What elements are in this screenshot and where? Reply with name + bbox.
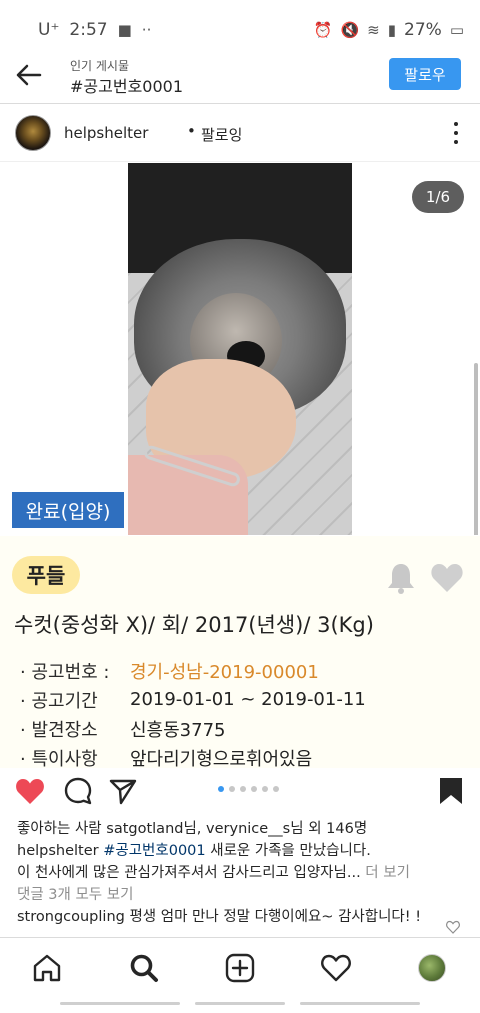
info-value: 경기-성남-2019-00001 <box>130 661 319 683</box>
gesture-bar-right <box>300 1002 420 1005</box>
dog-photo[interactable] <box>128 163 352 535</box>
info-label: · 특이사항 <box>20 748 98 770</box>
signal-icon: ▮ <box>387 21 397 39</box>
caption-hashtag[interactable]: #공고번호0001 <box>103 843 205 859</box>
more-link[interactable]: 더 보기 <box>361 865 410 881</box>
post-caption: 좋아하는 사람 satgotland님, verynice__s님 외 146명… <box>17 818 467 928</box>
scroll-indicator <box>474 363 478 535</box>
heart-outline-icon <box>431 564 463 592</box>
more-notifications-icon: ·· <box>141 21 152 39</box>
top-bar: 인기 게시물 #공고번호0001 팔로우 <box>0 46 480 104</box>
info-label: · 발견장소 <box>20 719 98 741</box>
caption-line-2: 이 천사에게 많은 관심가져주셔서 감사드리고 입양자님... 더 보기 <box>17 862 467 884</box>
bookmark-filled-icon[interactable] <box>436 776 466 806</box>
carousel-dot <box>251 786 257 792</box>
carrier-label: U⁺ <box>38 20 60 40</box>
activity-heart-icon[interactable] <box>320 952 352 984</box>
follow-button[interactable]: 팔로우 <box>389 58 461 90</box>
likes-middle: 님, <box>183 821 207 837</box>
info-row-found-place: · 발견장소 신흥동3775 <box>20 714 460 743</box>
heart-filled-icon[interactable] <box>15 776 45 806</box>
info-value: 앞다리기형으로휘어있음 <box>130 748 313 770</box>
liker-username-2[interactable]: verynice__s <box>206 821 290 837</box>
clock: 2:57 <box>69 20 108 40</box>
home-icon[interactable] <box>31 952 63 984</box>
info-label: · 공고번호 : <box>20 661 110 683</box>
action-bar <box>0 768 480 812</box>
gesture-bar-left <box>60 1002 180 1005</box>
page-title: #공고번호0001 <box>70 77 184 96</box>
info-row-notice-period: · 공고기간 2019-01-01 ~ 2019-01-11 <box>20 685 460 714</box>
more-options-icon[interactable] <box>454 122 460 144</box>
bottom-navigation <box>0 937 480 997</box>
info-card: 푸들 수컷(중성화 X)/ 회/ 2017(년생)/ 3(Kg) · 공고번호 … <box>0 536 480 770</box>
carousel-dot <box>240 786 246 792</box>
info-list: · 공고번호 : 경기-성남-2019-00001 · 공고기간 2019-01… <box>20 656 460 772</box>
status-left: U⁺ 2:57 ■ ·· <box>38 20 151 40</box>
info-row-notice-number: · 공고번호 : 경기-성남-2019-00001 <box>20 656 460 685</box>
comment-text: 평생 엄마 만나 정말 다행이에요~ 감사합니다! ! <box>124 909 422 925</box>
comment-icon[interactable] <box>63 776 93 806</box>
message-icon: ■ <box>117 21 132 39</box>
comment-username[interactable]: strongcoupling <box>17 909 125 925</box>
alarm-icon: ⏰ <box>313 21 333 39</box>
avatar[interactable] <box>15 115 51 151</box>
page-subtitle: 인기 게시물 <box>70 59 130 73</box>
caption-text-2: 이 천사에게 많은 관심가져주셔서 감사드리고 입양자님... <box>17 865 361 881</box>
gesture-bar-center <box>195 1002 285 1005</box>
mute-icon: 🔇 <box>340 21 360 39</box>
profile-avatar[interactable] <box>418 954 446 982</box>
info-label: · 공고기간 <box>20 690 98 712</box>
post-photo[interactable]: 1/6 <box>0 163 480 535</box>
back-arrow-icon[interactable] <box>12 58 46 92</box>
liker-username[interactable]: satgotland <box>106 821 183 837</box>
caption-line: helpshelter #공고번호0001 새로운 가족을 만났습니다. <box>17 840 467 862</box>
info-value: 2019-01-01 ~ 2019-01-11 <box>130 689 366 710</box>
pet-name: 푸들 <box>12 556 80 594</box>
battery-level: 27% <box>404 20 442 40</box>
likes-suffix[interactable]: 님 외 146명 <box>290 821 367 837</box>
bell-icon <box>388 564 414 594</box>
caption-text: 새로운 가족을 만났습니다. <box>205 843 371 859</box>
caption-username[interactable]: helpshelter <box>17 843 99 859</box>
info-value: 신흥동3775 <box>130 719 226 741</box>
carousel-dot <box>218 786 224 792</box>
send-icon[interactable] <box>108 776 138 806</box>
pet-description: 수컷(중성화 X)/ 회/ 2017(년생)/ 3(Kg) <box>14 613 374 637</box>
slide-counter: 1/6 <box>412 181 464 213</box>
carousel-dot <box>273 786 279 792</box>
following-label[interactable]: 팔로잉 <box>201 124 242 145</box>
wifi-icon: ≋ <box>367 21 380 39</box>
search-icon[interactable] <box>128 952 160 984</box>
separator-dot: • <box>187 122 196 140</box>
status-bar: U⁺ 2:57 ■ ·· ⏰ 🔇 ≋ ▮ 27% ▭ <box>0 0 480 46</box>
comment-line: strongcoupling 평생 엄마 만나 정말 다행이에요~ 감사합니다!… <box>17 906 467 928</box>
new-post-icon[interactable] <box>224 952 256 984</box>
status-right: ⏰ 🔇 ≋ ▮ 27% ▭ <box>314 20 464 40</box>
comment-heart-icon[interactable] <box>446 920 460 934</box>
adoption-status-tag: 완료(입양) <box>10 490 126 530</box>
likes-prefix: 좋아하는 사람 <box>17 821 107 837</box>
post-header: helpshelter • 팔로잉 <box>0 106 480 162</box>
carousel-dot <box>229 786 235 792</box>
carousel-dot <box>262 786 268 792</box>
carousel-dots <box>218 786 279 792</box>
post-username[interactable]: helpshelter <box>64 124 148 142</box>
view-all-comments-link[interactable]: 댓글 3개 모두 보기 <box>17 884 467 906</box>
battery-icon: ▭ <box>449 21 464 39</box>
likes-line[interactable]: 좋아하는 사람 satgotland님, verynice__s님 외 146명 <box>17 818 467 840</box>
